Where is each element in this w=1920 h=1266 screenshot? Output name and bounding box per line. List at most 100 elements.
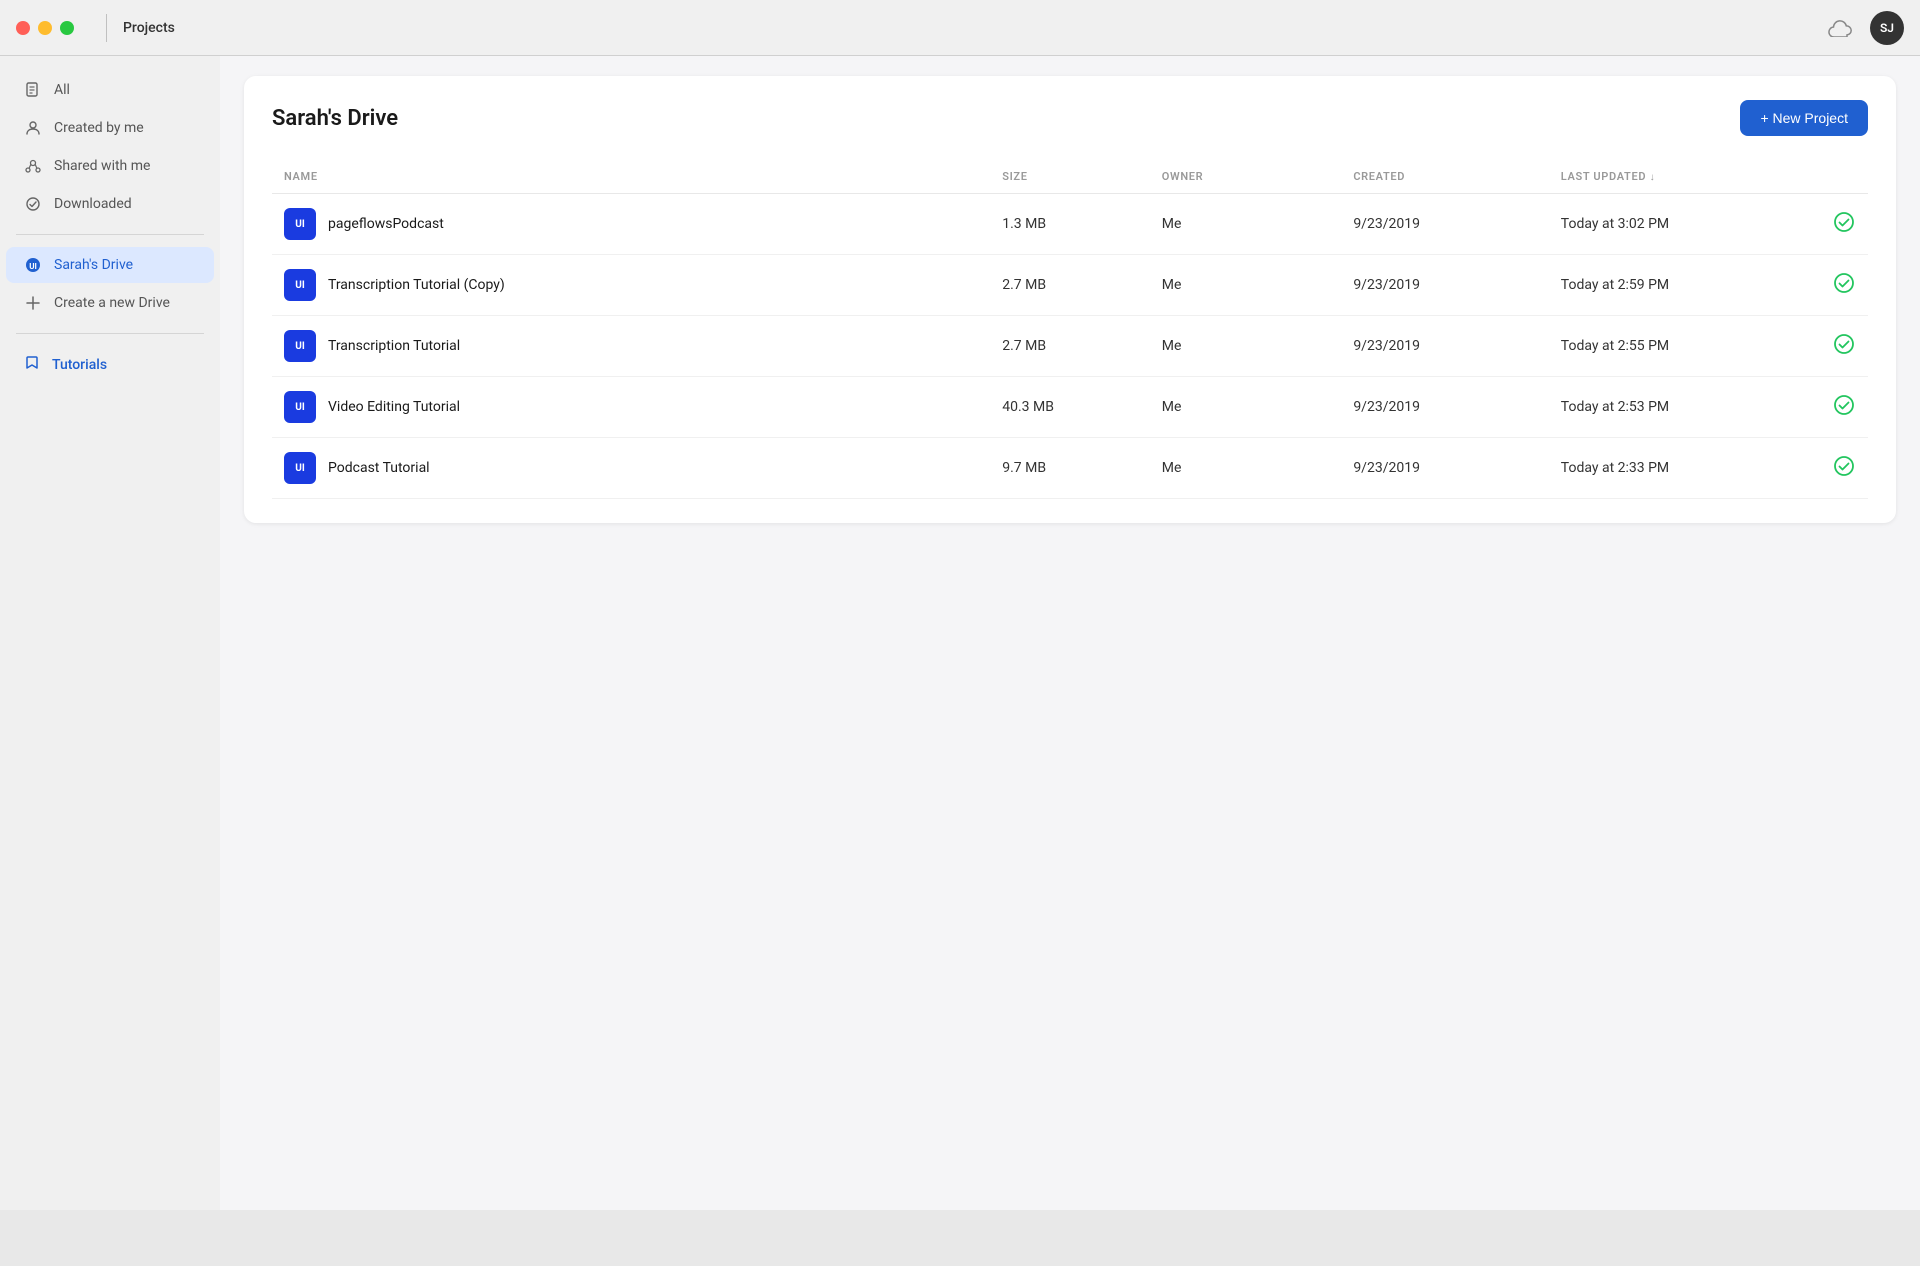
sidebar-item-downloaded[interactable]: Downloaded [6,186,214,222]
file-name: Podcast Tutorial [328,460,430,476]
check-circle-icon [24,195,42,213]
file-name-cell: UI Transcription Tutorial [284,330,978,362]
file-size: 2.7 MB [990,255,1150,316]
file-owner: Me [1150,194,1342,255]
cloud-icon[interactable] [1826,14,1854,42]
file-last-updated: Today at 2:55 PM [1549,316,1820,377]
table-row[interactable]: UI Transcription Tutorial 2.7 MB Me 9/23… [272,316,1868,377]
file-icon: UI [284,208,316,240]
synced-icon [1833,336,1855,360]
file-table: NAME SIZE OWNER CREATED LAST UPDATED UI [272,160,1868,499]
table-header: NAME SIZE OWNER CREATED LAST UPDATED [272,160,1868,194]
file-status [1820,438,1868,499]
synced-icon [1833,397,1855,421]
table-row[interactable]: UI Transcription Tutorial (Copy) 2.7 MB … [272,255,1868,316]
file-status [1820,316,1868,377]
file-created: 9/23/2019 [1341,194,1548,255]
file-created: 9/23/2019 [1341,377,1548,438]
file-icon: UI [284,452,316,484]
svg-text:UI: UI [29,262,37,271]
sidebar: All Created by me Shared [0,56,220,1210]
synced-icon [1833,458,1855,482]
file-status [1820,377,1868,438]
file-icon: UI [284,330,316,362]
new-project-button[interactable]: + New Project [1740,100,1868,136]
file-last-updated: Today at 3:02 PM [1549,194,1820,255]
file-last-updated: Today at 2:53 PM [1549,377,1820,438]
file-size: 2.7 MB [990,316,1150,377]
file-table-body: UI pageflowsPodcast 1.3 MB Me 9/23/2019 … [272,194,1868,499]
titlebar-right: SJ [1826,11,1904,45]
maximize-window-button[interactable] [60,21,74,35]
col-header-name: NAME [272,160,990,194]
share-icon [24,157,42,175]
file-name-cell: UI Transcription Tutorial (Copy) [284,269,978,301]
sidebar-divider-2 [16,333,204,334]
file-last-updated: Today at 2:33 PM [1549,438,1820,499]
file-owner: Me [1150,377,1342,438]
sidebar-item-all-label: All [54,82,70,98]
file-name: pageflowsPodcast [328,216,444,232]
file-name: Video Editing Tutorial [328,399,460,415]
table-row[interactable]: UI Podcast Tutorial 9.7 MB Me 9/23/2019 … [272,438,1868,499]
window-controls [16,21,74,35]
sidebar-item-created-label: Created by me [54,120,144,136]
file-name: Transcription Tutorial (Copy) [328,277,505,293]
file-created: 9/23/2019 [1341,255,1548,316]
minimize-window-button[interactable] [38,21,52,35]
synced-icon [1833,275,1855,299]
close-window-button[interactable] [16,21,30,35]
sidebar-item-created-by-me[interactable]: Created by me [6,110,214,146]
titlebar-title: Projects [123,20,175,36]
plus-icon [24,294,42,312]
main-content: Sarah's Drive + New Project NAME SIZE OW… [220,56,1920,1210]
person-icon [24,119,42,137]
col-header-created: CREATED [1341,160,1548,194]
drive-icon: UI [24,256,42,274]
sidebar-item-drive-label: Sarah's Drive [54,257,133,273]
table-row[interactable]: UI pageflowsPodcast 1.3 MB Me 9/23/2019 … [272,194,1868,255]
file-size: 9.7 MB [990,438,1150,499]
sidebar-item-tutorials[interactable]: Tutorials [6,346,214,384]
sidebar-item-downloaded-label: Downloaded [54,196,132,212]
file-created: 9/23/2019 [1341,316,1548,377]
content-card: Sarah's Drive + New Project NAME SIZE OW… [244,76,1896,523]
content-header: Sarah's Drive + New Project [272,100,1868,136]
file-size: 40.3 MB [990,377,1150,438]
file-owner: Me [1150,316,1342,377]
file-owner: Me [1150,438,1342,499]
file-status [1820,255,1868,316]
col-header-owner: OWNER [1150,160,1342,194]
col-header-status [1820,160,1868,194]
file-icon: UI [284,391,316,423]
file-name-cell: UI Video Editing Tutorial [284,391,978,423]
sidebar-item-shared-label: Shared with me [54,158,150,174]
sidebar-tutorials-label: Tutorials [52,357,107,373]
table-row[interactable]: UI Video Editing Tutorial 40.3 MB Me 9/2… [272,377,1868,438]
bookmark-icon [24,355,40,375]
file-size: 1.3 MB [990,194,1150,255]
titlebar-divider [106,14,107,42]
app-container: All Created by me Shared [0,56,1920,1210]
file-icon: UI [284,269,316,301]
sidebar-item-all[interactable]: All [6,72,214,108]
sidebar-item-shared-with-me[interactable]: Shared with me [6,148,214,184]
file-last-updated: Today at 2:59 PM [1549,255,1820,316]
sidebar-create-drive-label: Create a new Drive [54,295,170,311]
file-owner: Me [1150,255,1342,316]
file-name-cell: UI pageflowsPodcast [284,208,978,240]
file-name: Transcription Tutorial [328,338,460,354]
document-icon [24,81,42,99]
col-header-size: SIZE [990,160,1150,194]
sidebar-divider [16,234,204,235]
file-name-cell: UI Podcast Tutorial [284,452,978,484]
synced-icon [1833,214,1855,238]
drive-title: Sarah's Drive [272,106,398,131]
file-created: 9/23/2019 [1341,438,1548,499]
titlebar: Projects SJ [0,0,1920,56]
file-status [1820,194,1868,255]
col-header-last-updated[interactable]: LAST UPDATED [1549,160,1820,194]
sidebar-item-create-drive[interactable]: Create a new Drive [6,285,214,321]
sidebar-item-sarahs-drive[interactable]: UI Sarah's Drive [6,247,214,283]
avatar[interactable]: SJ [1870,11,1904,45]
